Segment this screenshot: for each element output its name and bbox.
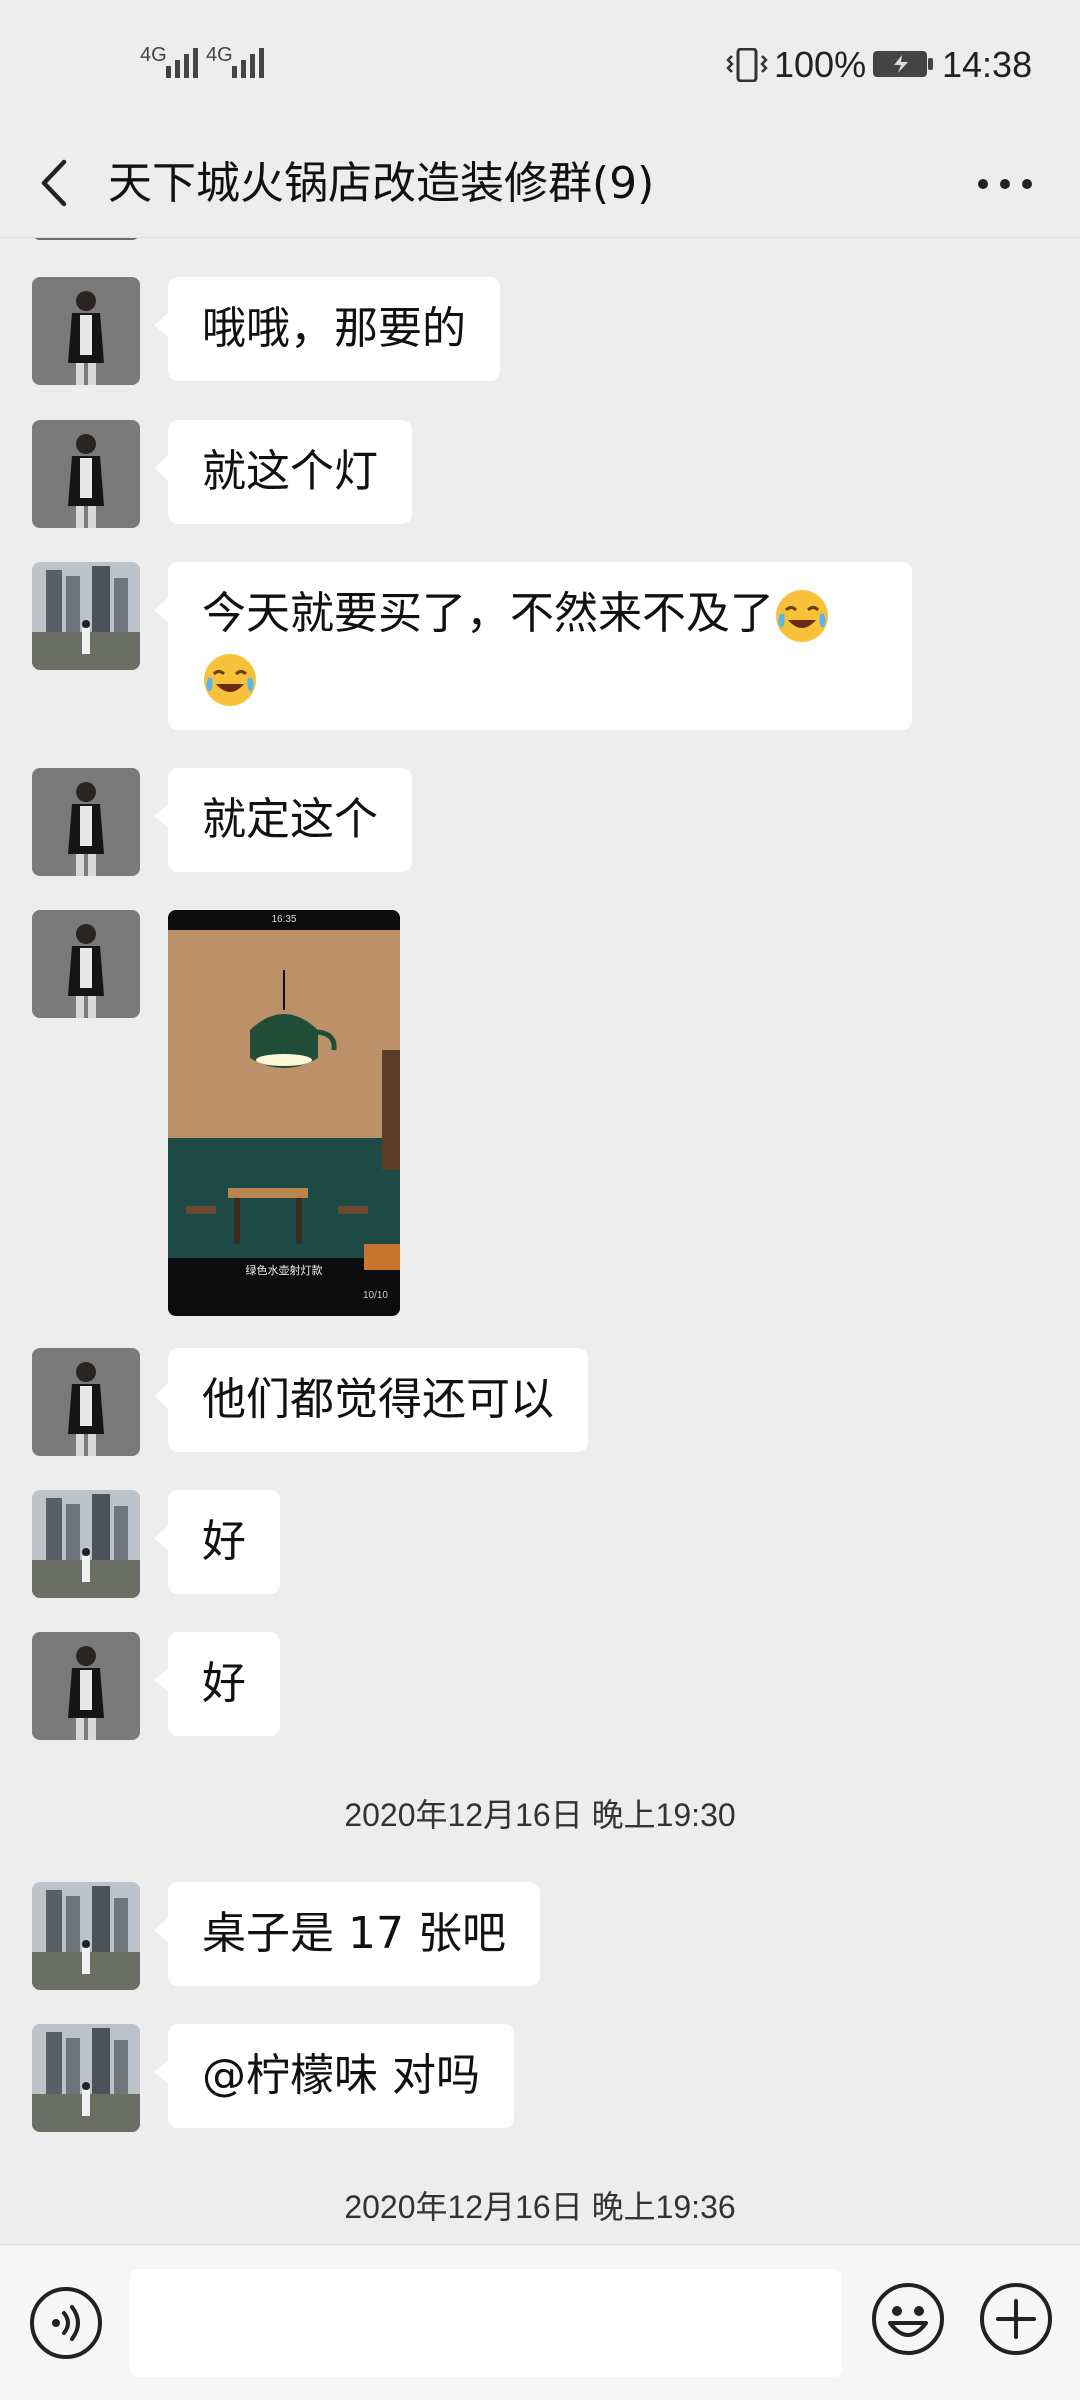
photo-status-time: 16:35: [271, 914, 297, 925]
input-bar: [0, 2244, 1080, 2400]
signal-strength-icon-1: [166, 40, 198, 78]
avatar[interactable]: [32, 1348, 140, 1456]
image-message[interactable]: 16:35 绿色水壶射灯款 10/10: [168, 910, 400, 1316]
message-timestamp: 2020年12月16日 晚上19:36: [344, 2189, 736, 2225]
message-bubble[interactable]: 他们都觉得还可以: [154, 1348, 588, 1452]
crying-laughing-emoji-icon: [776, 590, 828, 642]
message-bubble[interactable]: 好: [154, 1490, 280, 1594]
avatar[interactable]: [32, 768, 140, 876]
avatar[interactable]: [32, 1632, 140, 1740]
message-bubble[interactable]: 就定这个: [154, 768, 412, 872]
battery-icon: [873, 51, 933, 77]
battery-percent: 100%: [774, 44, 867, 85]
avatar[interactable]: [32, 910, 140, 1018]
vibrate-icon: [726, 48, 768, 82]
chat-title: 天下城火锅店改造装修群(9): [108, 158, 655, 209]
chat-header: 天下城火锅店改造装修群(9): [0, 130, 1080, 238]
avatar[interactable]: [32, 1490, 140, 1598]
message-text: 今天就要买了，不然来不及了: [202, 588, 774, 639]
more-options-icon[interactable]: [970, 156, 1040, 212]
avatar[interactable]: [32, 277, 140, 385]
voice-input-icon[interactable]: [28, 2285, 104, 2361]
message-list[interactable]: 哦哦，那要的 就这个灯 今天就要买了，不然来不及了 就定这个 16:35 绿色水…: [0, 238, 1080, 2244]
network-type-label-1: 4G: [140, 44, 167, 66]
message-bubble[interactable]: 桌子是 17 张吧: [154, 1882, 540, 1986]
message-bubble[interactable]: 好: [154, 1632, 280, 1736]
avatar[interactable]: [32, 420, 140, 528]
avatar[interactable]: [32, 562, 140, 670]
message-bubble[interactable]: 今天就要买了，不然来不及了: [154, 562, 912, 730]
message-bubble[interactable]: @柠檬味 对吗: [154, 2024, 514, 2128]
photo-caption: 绿色水壶射灯款: [245, 1264, 323, 1277]
plus-icon[interactable]: [978, 2281, 1054, 2357]
signal-strength-icon-2: [232, 40, 264, 78]
message-input[interactable]: [130, 2269, 842, 2377]
crying-laughing-emoji-icon: [204, 654, 256, 706]
emoji-icon[interactable]: [870, 2281, 946, 2357]
clock: 14:38: [942, 44, 1033, 85]
status-bar: 4G 4G 100% 14:38: [0, 0, 1080, 130]
message-bubble[interactable]: 就这个灯: [154, 420, 412, 524]
message-timestamp: 2020年12月16日 晚上19:30: [344, 1797, 736, 1833]
avatar[interactable]: [32, 238, 140, 240]
message-bubble[interactable]: 哦哦，那要的: [154, 277, 500, 381]
avatar[interactable]: [32, 1882, 140, 1990]
avatar[interactable]: [32, 2024, 140, 2132]
back-arrow-icon[interactable]: [30, 152, 80, 214]
photo-counter: 10/10: [362, 1290, 388, 1301]
network-type-label-2: 4G: [206, 44, 233, 66]
